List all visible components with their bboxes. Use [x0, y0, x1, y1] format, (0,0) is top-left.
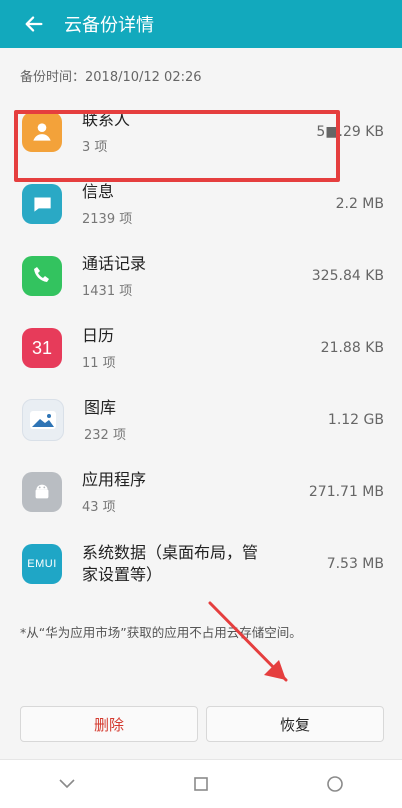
annotation-arrow — [208, 601, 288, 682]
